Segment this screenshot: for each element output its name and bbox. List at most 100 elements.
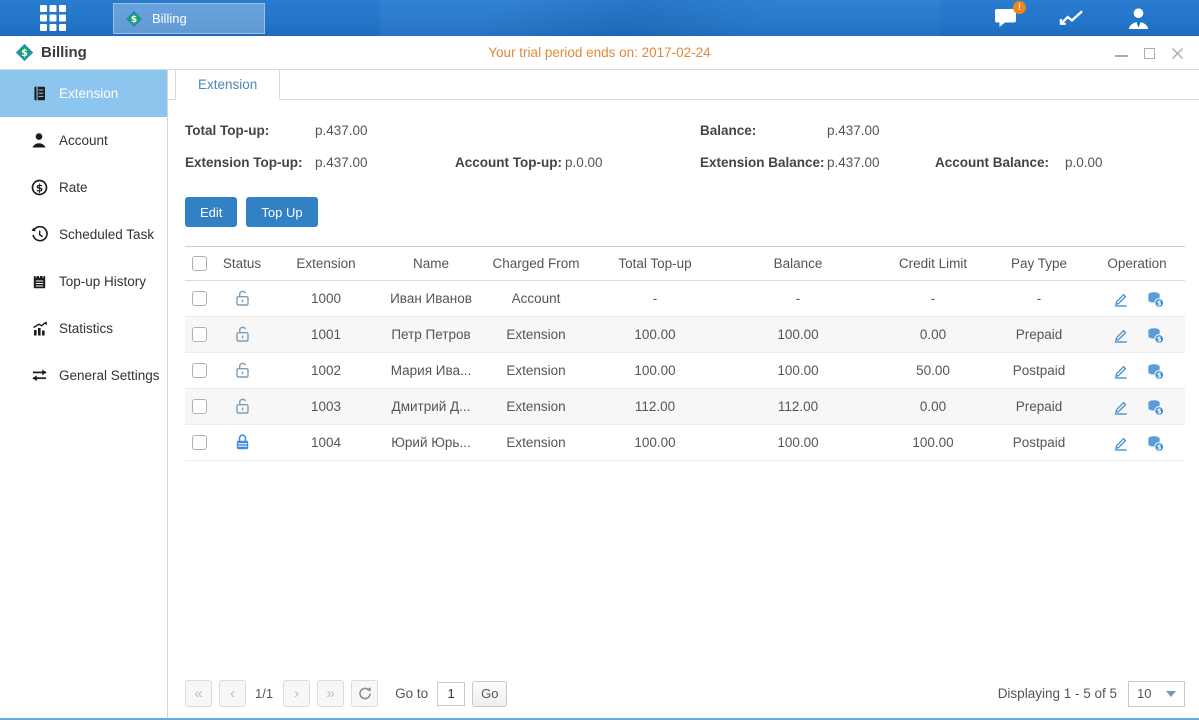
- pay-type-cell: Prepaid: [989, 317, 1089, 353]
- person-icon: [30, 132, 48, 150]
- sidebar-item-general-settings[interactable]: General Settings: [0, 352, 167, 399]
- go-button[interactable]: Go: [472, 681, 507, 707]
- balance-cell: 100.00: [719, 353, 877, 389]
- dollar-circle-icon: $: [30, 179, 48, 197]
- name-cell: Иван Иванов: [381, 281, 481, 317]
- extension-balance-value: p.437.00: [827, 155, 935, 170]
- sidebar-item-label: Top-up History: [59, 274, 146, 289]
- sidebar-item-label: Account: [59, 133, 108, 148]
- chevron-down-icon: [1166, 691, 1176, 697]
- status-cell: [213, 425, 271, 461]
- main-panel: Extension Total Top-up: p.437.00 Balance…: [168, 70, 1199, 718]
- account-topup-label: Account Top-up:: [455, 155, 565, 170]
- goto-page-input[interactable]: [437, 682, 465, 706]
- page-size-select[interactable]: 10: [1128, 681, 1185, 707]
- table-row: 1004 Юрий Юрь... Extension 100.00 100.00…: [185, 425, 1185, 461]
- row-checkbox[interactable]: [192, 327, 207, 342]
- extension-cell: 1001: [271, 317, 381, 353]
- status-cell: [213, 281, 271, 317]
- charged-from-cell: Extension: [481, 389, 591, 425]
- edit-icon[interactable]: [1111, 433, 1130, 452]
- next-page-button[interactable]: ›: [283, 680, 310, 707]
- billing-diamond-icon: [125, 10, 143, 28]
- charged-from-cell: Account: [481, 281, 591, 317]
- sidebar-item-rate[interactable]: $ Rate: [0, 164, 167, 211]
- maximize-icon[interactable]: [1143, 47, 1156, 60]
- balance-value: p.437.00: [827, 123, 935, 138]
- unlocked-icon: [233, 367, 252, 382]
- status-cell: [213, 389, 271, 425]
- page-size-value: 10: [1137, 686, 1151, 701]
- topup-coins-icon[interactable]: [1146, 290, 1164, 308]
- sidebar-item-label: Scheduled Task: [59, 227, 154, 242]
- row-checkbox[interactable]: [192, 291, 207, 306]
- last-page-button[interactable]: »: [317, 680, 344, 707]
- bar-chart-icon: [30, 320, 48, 338]
- sidebar-item-scheduled-task[interactable]: Scheduled Task: [0, 211, 167, 258]
- col-balance: Balance: [719, 247, 877, 281]
- edit-button[interactable]: Edit: [185, 197, 237, 227]
- total-topup-cell: 112.00: [591, 389, 719, 425]
- sidebar-item-label: Extension: [59, 86, 118, 101]
- table-row: 1003 Дмитрий Д... Extension 112.00 112.0…: [185, 389, 1185, 425]
- app-launcher-grid-icon[interactable]: [34, 0, 72, 37]
- edit-icon[interactable]: [1111, 361, 1130, 380]
- total-topup-cell: 100.00: [591, 425, 719, 461]
- extension-cell: 1002: [271, 353, 381, 389]
- table-row: 1000 Иван Иванов Account - - - -: [185, 281, 1185, 317]
- sidebar-item-label: Statistics: [59, 321, 113, 336]
- edit-icon[interactable]: [1111, 397, 1130, 416]
- edit-icon[interactable]: [1111, 325, 1130, 344]
- table-row: 1002 Мария Ива... Extension 100.00 100.0…: [185, 353, 1185, 389]
- topup-button[interactable]: Top Up: [246, 197, 317, 227]
- total-topup-cell: 100.00: [591, 317, 719, 353]
- row-checkbox[interactable]: [192, 399, 207, 414]
- name-cell: Петр Петров: [381, 317, 481, 353]
- trial-notice: Your trial period ends on: 2017-02-24: [0, 45, 1199, 60]
- chart-icon[interactable]: [1059, 6, 1085, 30]
- billing-summary: Total Top-up: p.437.00 Balance: p.437.00…: [185, 123, 1185, 170]
- row-checkbox[interactable]: [192, 363, 207, 378]
- goto-label: Go to: [395, 686, 428, 701]
- balance-cell: -: [719, 281, 877, 317]
- col-credit-limit: Credit Limit: [877, 247, 989, 281]
- taskbar-tab-label: Billing: [152, 11, 187, 26]
- refresh-icon: [357, 686, 372, 701]
- balance-cell: 100.00: [719, 317, 877, 353]
- extension-cell: 1000: [271, 281, 381, 317]
- table-header-row: Status Extension Name Charged From Total…: [185, 247, 1185, 281]
- balance-label: Balance:: [700, 123, 827, 138]
- minimize-icon[interactable]: [1115, 47, 1128, 60]
- prev-page-button[interactable]: ‹: [219, 680, 246, 707]
- topup-coins-icon[interactable]: [1146, 326, 1164, 344]
- col-charged-from: Charged From: [481, 247, 591, 281]
- notification-badge: !: [1013, 1, 1026, 14]
- billing-diamond-icon: [15, 43, 34, 62]
- extension-balance-label: Extension Balance:: [700, 155, 827, 170]
- messages-icon[interactable]: !: [993, 6, 1019, 30]
- edit-icon[interactable]: [1111, 289, 1130, 308]
- sidebar-item-topup-history[interactable]: Top-up History: [0, 258, 167, 305]
- sidebar-item-statistics[interactable]: Statistics: [0, 305, 167, 352]
- credit-limit-cell: 0.00: [877, 317, 989, 353]
- select-all-checkbox[interactable]: [192, 256, 207, 271]
- sidebar-item-extension[interactable]: Extension: [0, 70, 167, 117]
- topup-coins-icon[interactable]: [1146, 362, 1164, 380]
- row-checkbox[interactable]: [192, 435, 207, 450]
- taskbar-tab-billing[interactable]: Billing: [113, 3, 265, 34]
- user-icon[interactable]: [1125, 6, 1151, 30]
- account-topup-value: p.0.00: [565, 155, 700, 170]
- account-balance-value: p.0.00: [1065, 155, 1185, 170]
- topup-coins-icon[interactable]: [1146, 434, 1164, 452]
- extensions-table: Status Extension Name Charged From Total…: [185, 246, 1185, 461]
- topup-coins-icon[interactable]: [1146, 398, 1164, 416]
- tab-extension[interactable]: Extension: [175, 70, 280, 100]
- refresh-button[interactable]: [351, 680, 378, 707]
- first-page-button[interactable]: «: [185, 680, 212, 707]
- sidebar-item-account[interactable]: Account: [0, 117, 167, 164]
- close-icon[interactable]: [1171, 47, 1184, 60]
- sidebar: Extension Account $ Rate: [0, 70, 168, 718]
- col-status: Status: [213, 247, 271, 281]
- credit-limit-cell: -: [877, 281, 989, 317]
- name-cell: Мария Ива...: [381, 353, 481, 389]
